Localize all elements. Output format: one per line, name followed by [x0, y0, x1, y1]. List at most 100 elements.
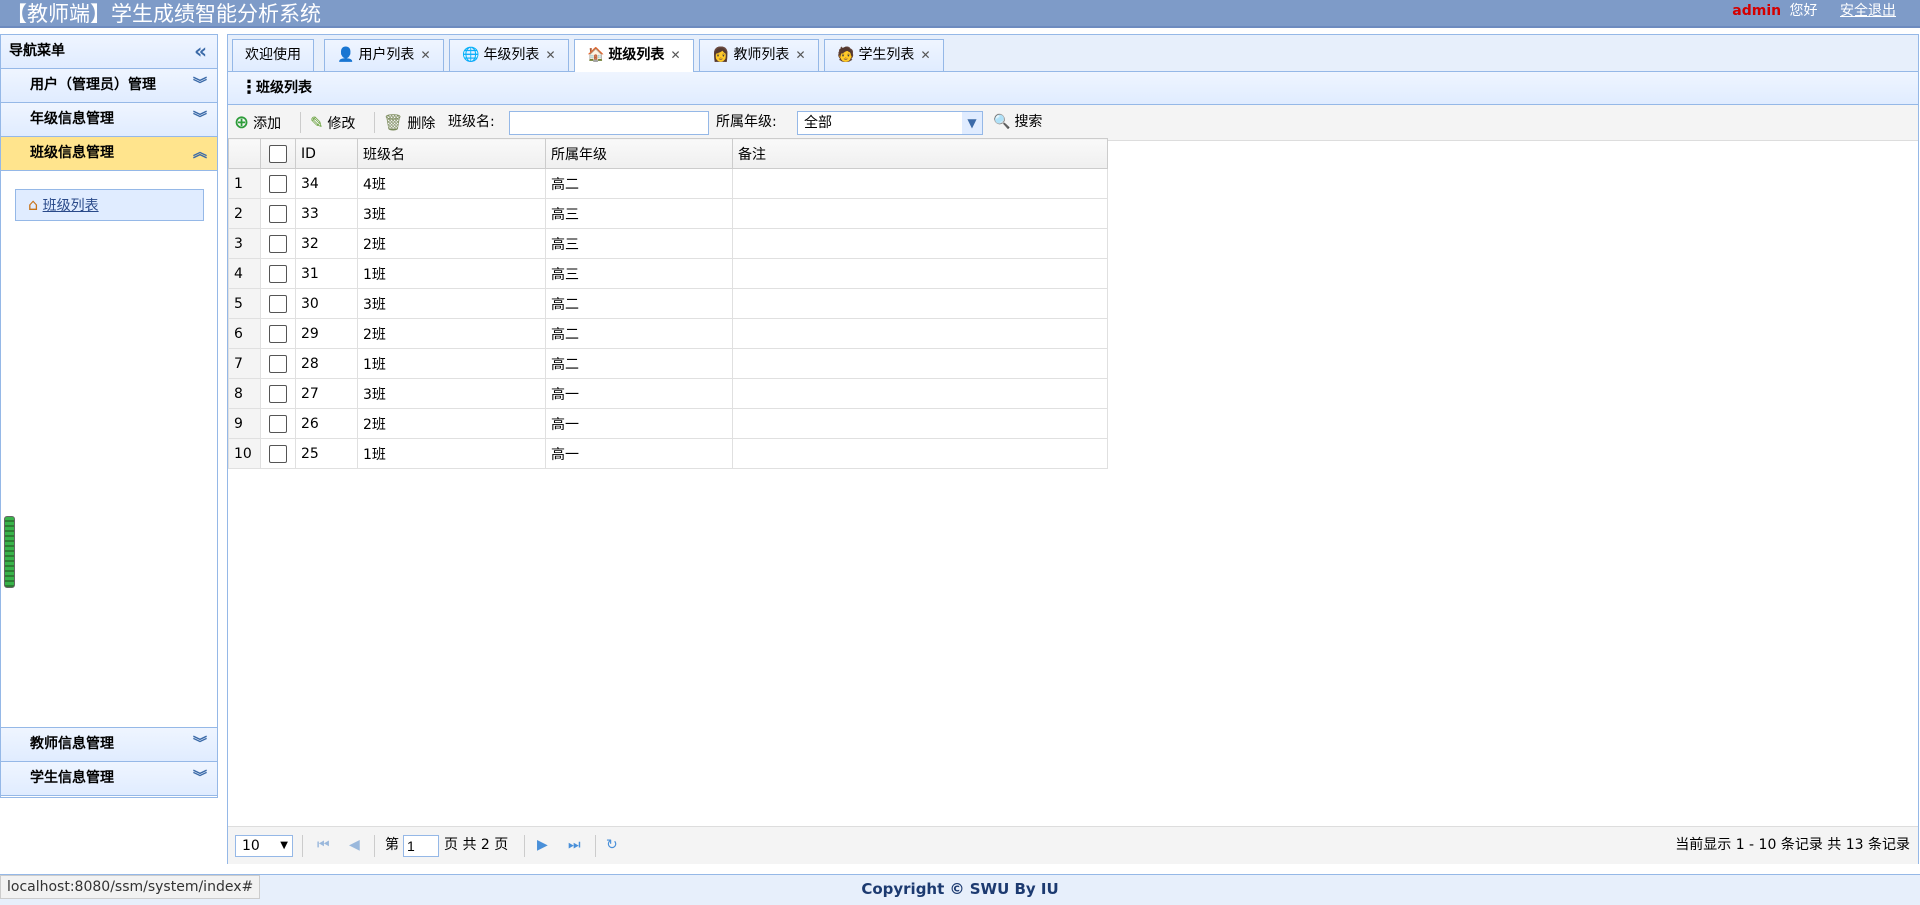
toolbar-divider [374, 112, 375, 133]
page-number-input[interactable] [403, 835, 439, 857]
prev-page-icon[interactable]: ◀ [349, 827, 360, 864]
globe-icon: 🌐 [462, 47, 480, 63]
row-select-cell [260, 438, 296, 469]
last-page-icon[interactable]: ⏭ [568, 827, 581, 864]
table-body: 1 34 4班 高二 2 33 3班 高三 3 32 2班 高三 4 31 1班 高三 5 30 3班 高二 6 29 2班… [228, 168, 1108, 469]
column-header-grade[interactable]: 所属年级 [545, 138, 733, 169]
page-suffix: 页 共 2 页 [444, 837, 509, 853]
row-checkbox[interactable] [269, 294, 287, 313]
close-icon[interactable]: ✕ [920, 48, 930, 62]
close-icon[interactable]: ✕ [420, 48, 430, 62]
tab-label: 教师列表 [733, 47, 790, 63]
row-number: 4 [228, 258, 261, 289]
cell-grade: 高三 [545, 258, 733, 289]
row-checkbox[interactable] [269, 354, 287, 373]
row-checkbox[interactable] [269, 444, 287, 463]
tab-user-list[interactable]: 👤 用户列表 ✕ [324, 39, 444, 71]
cell-note [732, 348, 1108, 379]
table-row[interactable]: 2 33 3班 高三 [228, 198, 1108, 229]
row-checkbox[interactable] [269, 414, 287, 433]
row-checkbox[interactable] [269, 234, 287, 253]
grade-select[interactable]: 全部 ▼ [797, 111, 983, 135]
tab-class-list[interactable]: 🏠 班级列表 ✕ [574, 39, 694, 72]
sidebar-item-class-list[interactable]: ⌂ 班级列表 [15, 189, 204, 221]
cell-id: 30 [295, 288, 358, 319]
chevron-down-icon: ▼ [962, 112, 982, 134]
select-all-checkbox[interactable] [269, 144, 287, 163]
row-number: 7 [228, 348, 261, 379]
table-row[interactable]: 4 31 1班 高三 [228, 258, 1108, 289]
cell-id: 32 [295, 228, 358, 259]
cell-id: 25 [295, 438, 358, 469]
nav-group-teacher-management[interactable]: 教师信息管理 ︾ [1, 728, 217, 762]
logout-link[interactable]: 安全退出 [1840, 3, 1896, 19]
resize-handle[interactable] [4, 516, 15, 588]
table-row[interactable]: 3 32 2班 高三 [228, 228, 1108, 259]
grade-label: 所属年级: [716, 114, 777, 130]
table-row[interactable]: 8 27 3班 高一 [228, 378, 1108, 409]
tab-teacher-list[interactable]: 👩 教师列表 ✕ [699, 39, 819, 71]
row-number: 6 [228, 318, 261, 349]
cell-grade: 高二 [545, 318, 733, 349]
column-header-id[interactable]: ID [295, 138, 358, 169]
cell-grade: 高二 [545, 168, 733, 199]
column-header-note[interactable]: 备注 [732, 138, 1108, 169]
toolbar: ⊕ 添加 ✎ 修改 🗑 删除 班级名: 所属年级: 全部 ▼ 🔍 搜索 [228, 105, 1918, 141]
search-button[interactable]: 🔍 搜索 [993, 105, 1042, 140]
pager-summary: 当前显示 1 - 10 条记录 共 13 条记录 [1675, 837, 1910, 853]
cell-class-name: 1班 [357, 258, 546, 289]
refresh-icon[interactable]: ↻ [606, 827, 618, 864]
cell-id: 33 [295, 198, 358, 229]
row-number: 2 [228, 198, 261, 229]
sidebar-title-label: 导航菜单 [9, 43, 65, 59]
row-checkbox[interactable] [269, 174, 287, 193]
edit-button[interactable]: ✎ 修改 [310, 105, 355, 142]
column-header-name[interactable]: 班级名 [357, 138, 546, 169]
tab-student-list[interactable]: 🧑 学生列表 ✕ [824, 39, 944, 71]
delete-button[interactable]: 🗑 删除 [383, 105, 435, 142]
panel-title: 班级列表 [256, 80, 312, 96]
page-size-value: 10 [242, 838, 260, 854]
row-select-cell [260, 198, 296, 229]
cell-id: 34 [295, 168, 358, 199]
cell-grade: 高三 [545, 228, 733, 259]
pencil-icon: ✎ [310, 113, 324, 132]
row-select-cell [260, 348, 296, 379]
nav-group-body: ⌂ 班级列表 [1, 171, 217, 728]
row-checkbox[interactable] [269, 264, 287, 283]
close-icon[interactable]: ✕ [795, 48, 805, 62]
tab-welcome[interactable]: 欢迎使用 [232, 39, 314, 71]
row-checkbox[interactable] [269, 204, 287, 223]
plus-icon: ⊕ [234, 112, 250, 133]
table-row[interactable]: 1 34 4班 高二 [228, 168, 1108, 199]
table-row[interactable]: 9 26 2班 高一 [228, 408, 1108, 439]
page-prefix: 第 [385, 837, 399, 853]
table-row[interactable]: 7 28 1班 高二 [228, 348, 1108, 379]
first-page-icon[interactable]: ⏮ [317, 827, 330, 864]
close-icon[interactable]: ✕ [545, 48, 555, 62]
nav-group-grade-management[interactable]: 年级信息管理 ︾ [1, 103, 217, 137]
table-row[interactable]: 10 25 1班 高一 [228, 438, 1108, 469]
row-number: 10 [228, 438, 261, 469]
double-chevron-left-icon[interactable]: « [194, 35, 207, 68]
greeting-text: 您好 [1789, 3, 1818, 19]
close-icon[interactable]: ✕ [670, 48, 680, 62]
row-checkbox[interactable] [269, 384, 287, 403]
row-select-cell [260, 318, 296, 349]
add-button[interactable]: ⊕ 添加 [234, 105, 281, 142]
nav-group-student-management[interactable]: 学生信息管理 ︾ [1, 762, 217, 796]
table-row[interactable]: 5 30 3班 高二 [228, 288, 1108, 319]
class-name-input[interactable] [509, 111, 709, 135]
nav-group-class-management[interactable]: 班级信息管理 ︽ [1, 137, 217, 171]
row-checkbox[interactable] [269, 324, 287, 343]
tab-label: 学生列表 [858, 47, 915, 63]
table-row[interactable]: 6 29 2班 高二 [228, 318, 1108, 349]
next-page-icon[interactable]: ▶ [537, 827, 548, 864]
cell-note [732, 378, 1108, 409]
search-icon: 🔍 [993, 114, 1011, 130]
double-chevron-down-icon: ︾ [193, 736, 207, 752]
tab-grade-list[interactable]: 🌐 年级列表 ✕ [449, 39, 569, 71]
nav-group-user-management[interactable]: 用户（管理员）管理 ︾ [1, 69, 217, 103]
page-size-select[interactable]: 10 ▼ [235, 835, 293, 857]
grade-select-value: 全部 [804, 115, 832, 131]
